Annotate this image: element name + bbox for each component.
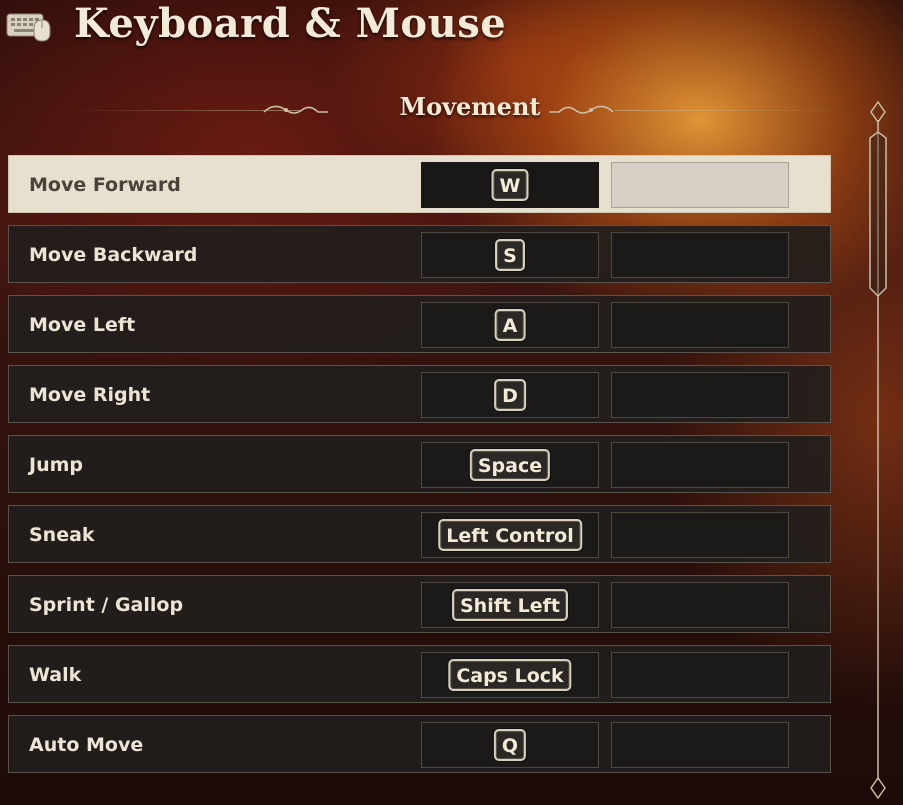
key-cap: Space	[469, 449, 551, 481]
binding-row-jump[interactable]: Jump Space	[8, 435, 831, 493]
keyboard-mouse-icon	[6, 13, 51, 42]
key-cap: D	[494, 379, 526, 411]
key-cap: W	[491, 169, 529, 201]
page-title: Keyboard & Mouse	[74, 0, 507, 47]
secondary-key-slot[interactable]	[611, 372, 789, 418]
secondary-key-slot[interactable]	[611, 442, 789, 488]
secondary-key-slot[interactable]	[611, 302, 789, 348]
section-header: Movement	[40, 92, 845, 128]
scrollbar[interactable]	[864, 100, 892, 800]
scroll-up-icon	[870, 100, 886, 124]
primary-key-slot[interactable]: Left Control	[421, 512, 599, 558]
scroll-down-icon	[870, 776, 886, 800]
action-label: Move Right	[29, 384, 151, 406]
binding-row-auto-move[interactable]: Auto Move Q	[8, 715, 831, 773]
primary-key-slot[interactable]: Space	[421, 442, 599, 488]
key-cap: Shift Left	[451, 589, 569, 621]
scrollbar-thumb	[869, 131, 887, 298]
action-label: Sprint / Gallop	[29, 594, 184, 616]
binding-row-move-forward[interactable]: Move Forward W	[8, 155, 831, 213]
action-label: Move Left	[29, 314, 136, 336]
primary-key-slot[interactable]: W	[421, 162, 599, 208]
key-cap: Caps Lock	[448, 659, 572, 691]
binding-row-sneak[interactable]: Sneak Left Control	[8, 505, 831, 563]
binding-row-sprint-gallop[interactable]: Sprint / Gallop Shift Left	[8, 575, 831, 633]
secondary-key-slot[interactable]	[611, 722, 789, 768]
flourish-right-icon	[549, 105, 614, 114]
binding-row-move-right[interactable]: Move Right D	[8, 365, 831, 423]
flourish-left-icon	[263, 105, 328, 114]
action-label: Walk	[29, 664, 82, 686]
secondary-key-slot[interactable]	[611, 652, 789, 698]
primary-key-slot[interactable]: Q	[421, 722, 599, 768]
primary-key-slot[interactable]: A	[421, 302, 599, 348]
key-cap: A	[494, 309, 526, 341]
secondary-key-slot[interactable]	[611, 162, 789, 208]
key-cap: S	[495, 239, 525, 271]
secondary-key-slot[interactable]	[611, 232, 789, 278]
action-label: Move Forward	[29, 174, 181, 196]
primary-key-slot[interactable]: S	[421, 232, 599, 278]
secondary-key-slot[interactable]	[611, 582, 789, 628]
action-label: Jump	[29, 454, 83, 476]
binding-row-move-left[interactable]: Move Left A	[8, 295, 831, 353]
key-cap: Q	[493, 729, 527, 761]
secondary-key-slot[interactable]	[611, 512, 789, 558]
primary-key-slot[interactable]: D	[421, 372, 599, 418]
primary-key-slot[interactable]: Shift Left	[421, 582, 599, 628]
primary-key-slot[interactable]: Caps Lock	[421, 652, 599, 698]
binding-row-move-backward[interactable]: Move Backward S	[8, 225, 831, 283]
page-header: Keyboard & Mouse	[0, 0, 903, 60]
key-cap: Left Control	[438, 519, 582, 551]
binding-row-walk[interactable]: Walk Caps Lock	[8, 645, 831, 703]
divider	[615, 110, 845, 111]
action-label: Move Backward	[29, 244, 198, 266]
action-label: Sneak	[29, 524, 95, 546]
action-label: Auto Move	[29, 734, 144, 756]
